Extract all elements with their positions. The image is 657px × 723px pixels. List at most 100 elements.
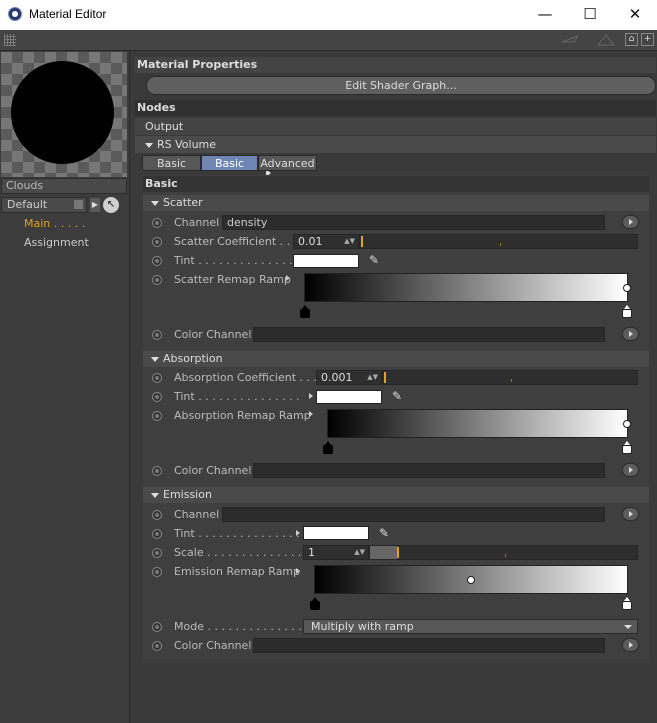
- scatter-tint-anim-radio[interactable]: [152, 256, 162, 266]
- emission-scale-slider[interactable]: [369, 545, 638, 560]
- emission-ramp-anim-radio[interactable]: [152, 567, 162, 577]
- output-node[interactable]: Output: [135, 118, 656, 177]
- tab-basic-1[interactable]: Basic: [142, 155, 201, 171]
- output-label: Output: [145, 120, 184, 133]
- scatter-coef-label: Scatter Coefficient . . .: [174, 235, 298, 248]
- slider-marker[interactable]: [361, 236, 363, 247]
- preview-sphere: [11, 61, 114, 164]
- minimize-button[interactable]: —: [522, 0, 568, 30]
- slider-tick: [500, 243, 501, 246]
- absorption-color-channel-field[interactable]: [253, 463, 605, 478]
- tab-advanced[interactable]: Advanced: [258, 155, 317, 171]
- absorption-coef-slider[interactable]: [382, 370, 638, 385]
- spinner-icon[interactable]: ▲▼: [367, 371, 378, 384]
- nav-item-main[interactable]: Main . . . . .: [24, 217, 85, 230]
- tint-expand-icon[interactable]: [309, 393, 313, 399]
- scatter-section-header[interactable]: Scatter: [143, 195, 649, 211]
- emission-section-header[interactable]: Emission: [143, 487, 649, 503]
- ramp-black-handle[interactable]: [310, 597, 320, 610]
- absorption-section-header[interactable]: Absorption: [143, 351, 649, 367]
- emission-scale-anim-radio[interactable]: [152, 548, 162, 558]
- eyedropper-icon[interactable]: ✎: [392, 389, 406, 403]
- tab-basic-2[interactable]: Basic: [201, 155, 258, 171]
- title-bar: Material Editor — ☐ ✕: [0, 0, 657, 30]
- spinner-icon[interactable]: ▲▼: [354, 546, 365, 559]
- close-button[interactable]: ✕: [612, 0, 657, 30]
- emission-ramp-label: Emission Remap Ramp: [174, 565, 301, 578]
- scatter-color-channel-field[interactable]: [253, 327, 605, 342]
- scatter-color-channel-anim-radio[interactable]: [152, 330, 162, 340]
- ramp-end-knob[interactable]: [623, 420, 631, 428]
- absorption-coef-label: Absorption Coefficient . . .: [174, 371, 317, 384]
- absorption-tint-swatch[interactable]: [316, 390, 382, 404]
- emission-channel-field[interactable]: [222, 507, 605, 522]
- ramp-black-handle[interactable]: [300, 305, 310, 318]
- emission-remap-ramp[interactable]: [314, 565, 628, 594]
- scatter-color-channel-label: Color Channel: [174, 328, 252, 341]
- emission-color-channel-arrow-button[interactable]: [622, 638, 639, 652]
- ramp-expand-icon[interactable]: [296, 568, 300, 574]
- material-name-field[interactable]: Clouds: [1, 178, 127, 194]
- navigation-arrows-icon[interactable]: [560, 32, 620, 48]
- ramp-expand-icon[interactable]: [309, 411, 313, 417]
- nav-item-assignment[interactable]: Assignment: [24, 236, 89, 249]
- layout-label: Default: [7, 198, 48, 211]
- edit-shader-graph-button[interactable]: Edit Shader Graph...: [146, 76, 656, 95]
- scatter-tint-swatch[interactable]: [293, 254, 359, 268]
- tint-expand-icon[interactable]: [296, 530, 300, 536]
- scatter-channel-anim-radio[interactable]: [152, 218, 162, 228]
- ramp-white-handle[interactable]: [622, 305, 632, 318]
- rs-volume-node[interactable]: RS Volume: [135, 136, 656, 153]
- absorption-ramp-anim-radio[interactable]: [152, 411, 162, 421]
- absorption-coef-input[interactable]: 0.001 ▲▼: [316, 370, 382, 385]
- absorption-color-channel-anim-radio[interactable]: [152, 466, 162, 476]
- spinner-icon[interactable]: ▲▼: [344, 235, 355, 248]
- slider-marker[interactable]: [384, 372, 386, 383]
- ramp-expand-icon[interactable]: [286, 275, 290, 281]
- layout-dropdown[interactable]: Default: [1, 197, 87, 213]
- emission-scale-input[interactable]: 1 ▲▼: [303, 545, 369, 560]
- ramp-black-handle[interactable]: [323, 441, 333, 454]
- emission-scale-value: 1: [308, 546, 315, 559]
- emission-mode-anim-radio[interactable]: [152, 622, 162, 632]
- new-window-icon[interactable]: +: [641, 33, 654, 46]
- absorption-color-channel-arrow-button[interactable]: [622, 463, 639, 477]
- nodes-header: Nodes: [135, 100, 656, 116]
- scatter-coef-slider[interactable]: [359, 234, 638, 249]
- emission-tint-swatch[interactable]: [303, 526, 369, 540]
- scatter-channel-field[interactable]: density: [222, 215, 605, 230]
- absorption-coef-value: 0.001: [321, 371, 353, 384]
- scatter-coef-anim-radio[interactable]: [152, 237, 162, 247]
- maximize-button[interactable]: ☐: [567, 0, 613, 30]
- eyedropper-icon[interactable]: ✎: [369, 253, 383, 267]
- lock-icon[interactable]: ⌂: [625, 33, 638, 46]
- scatter-remap-ramp[interactable]: [304, 273, 631, 302]
- ramp-white-handle[interactable]: [622, 441, 632, 454]
- scatter-ramp-anim-radio[interactable]: [152, 275, 162, 285]
- absorption-ramp-label: Absorption Remap Ramp: [174, 409, 311, 422]
- drag-grip-icon[interactable]: [4, 34, 16, 46]
- material-properties-header: Material Properties: [135, 57, 656, 73]
- layout-arrow-button[interactable]: ▶: [90, 198, 100, 212]
- emission-channel-arrow-button[interactable]: [622, 507, 639, 521]
- emission-tint-anim-radio[interactable]: [152, 529, 162, 539]
- layout-toggle-icon[interactable]: [74, 200, 83, 209]
- ramp-end-knob[interactable]: [623, 284, 631, 292]
- ramp-white-handle[interactable]: [622, 597, 632, 610]
- absorption-coef-anim-radio[interactable]: [152, 373, 162, 383]
- absorption-remap-ramp[interactable]: [327, 409, 631, 438]
- pick-cursor-icon[interactable]: ↖: [103, 197, 119, 213]
- slider-marker[interactable]: [397, 547, 399, 558]
- emission-color-channel-field[interactable]: [253, 638, 605, 653]
- scatter-coef-input[interactable]: 0.01 ▲▼: [293, 234, 359, 249]
- slider-tick: [511, 379, 512, 382]
- eyedropper-icon[interactable]: ✎: [379, 526, 393, 540]
- emission-mode-dropdown[interactable]: Multiply with ramp: [303, 619, 638, 634]
- emission-channel-anim-radio[interactable]: [152, 510, 162, 520]
- emission-color-channel-anim-radio[interactable]: [152, 641, 162, 651]
- scatter-channel-arrow-button[interactable]: [622, 215, 639, 229]
- scatter-color-channel-arrow-button[interactable]: [622, 327, 639, 341]
- absorption-tint-anim-radio[interactable]: [152, 392, 162, 402]
- collapse-icon: [151, 492, 159, 498]
- ramp-mid-knob[interactable]: [467, 576, 475, 584]
